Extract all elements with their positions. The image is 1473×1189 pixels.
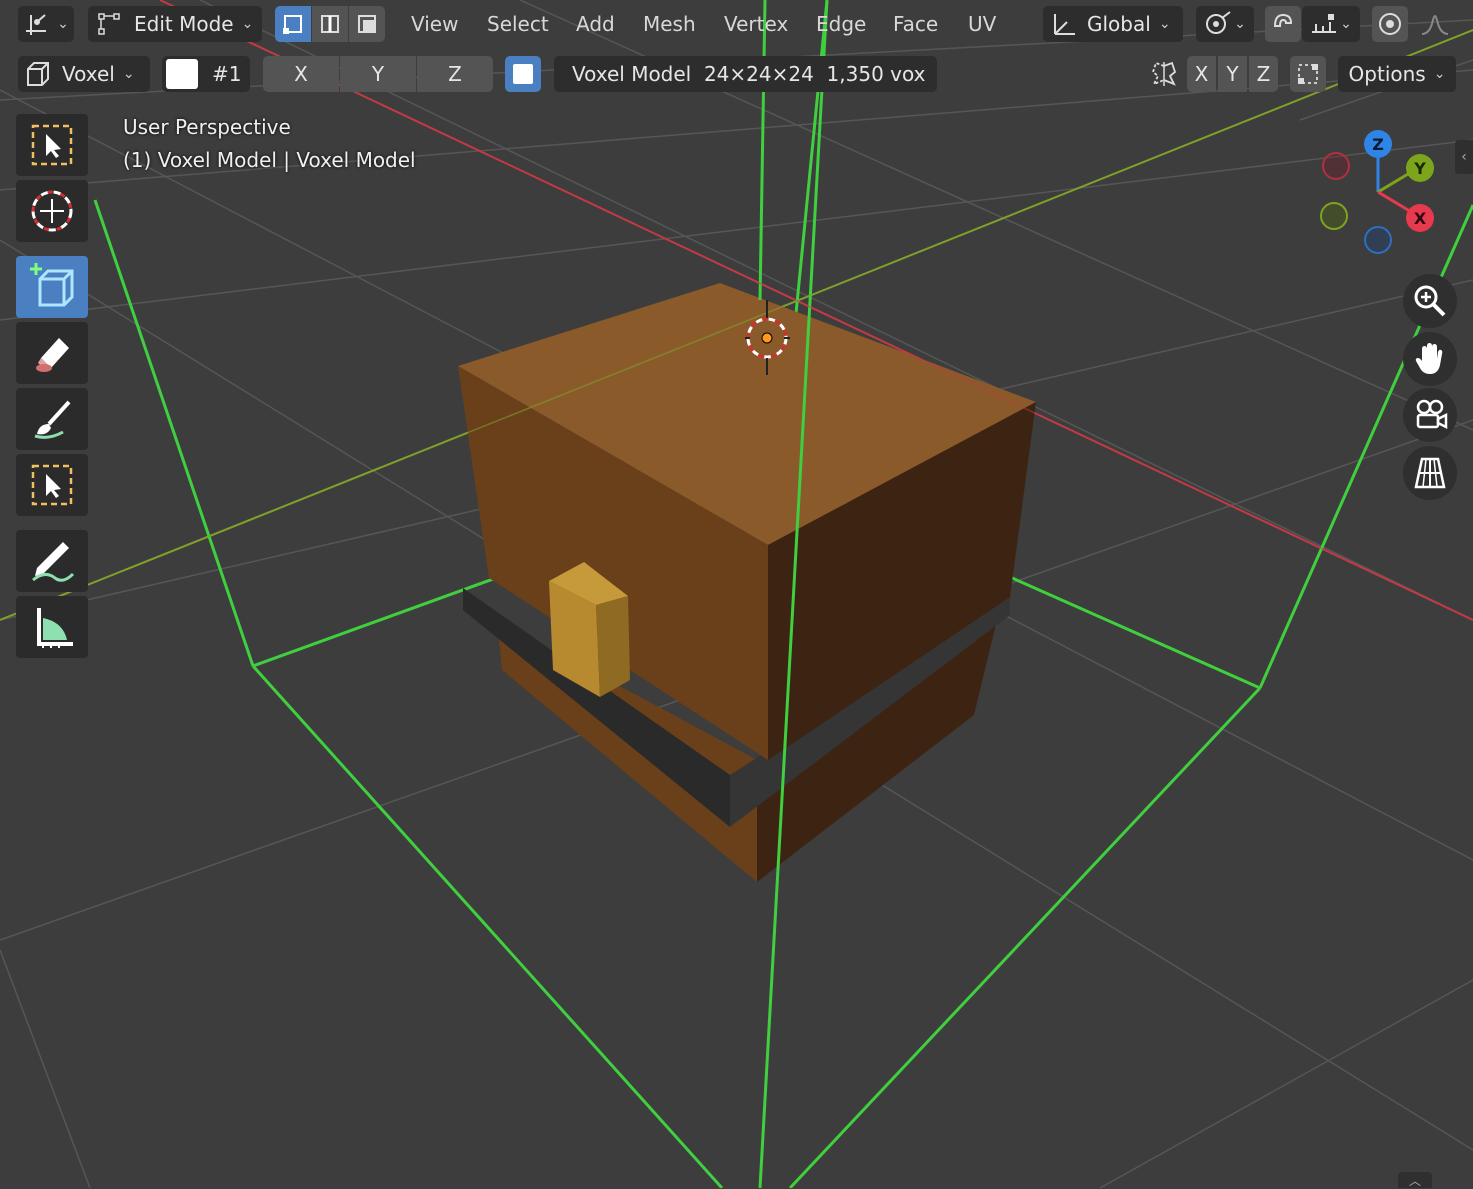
hand-icon: [1415, 343, 1443, 374]
color-swatch[interactable]: [166, 59, 198, 89]
color-index-label: #1: [212, 62, 242, 86]
pan-button[interactable]: [1403, 332, 1457, 386]
sidebar-toggle[interactable]: ‹: [1455, 140, 1473, 174]
add-cube-icon: [30, 263, 74, 307]
cube-icon: [27, 62, 49, 86]
edge-select-button[interactable]: [312, 6, 348, 42]
ruler-icon: [37, 608, 73, 648]
magnet-icon: [1273, 13, 1293, 27]
menu-uv[interactable]: UV: [968, 10, 996, 38]
options-dropdown[interactable]: Options ⌄: [1338, 56, 1456, 92]
axis-y-toggle[interactable]: Y: [1218, 56, 1247, 92]
select-region-icon: [31, 464, 73, 506]
navigation-gizmo[interactable]: Z Y X: [1310, 120, 1450, 260]
gizmo-negative-y[interactable]: [1320, 202, 1348, 230]
model-info-panel: Voxel Model 24×24×24 1,350 vox: [554, 56, 937, 92]
proportional-editing-toggle[interactable]: [1372, 6, 1408, 42]
grid-perspective-icon: [1414, 457, 1446, 489]
eraser-icon: [36, 338, 69, 372]
menu-vertex[interactable]: Vertex: [724, 10, 788, 38]
camera-icon: [1416, 399, 1448, 430]
gizmo-x-axis[interactable]: X: [1406, 204, 1434, 232]
chevron-down-icon: ⌄: [1340, 16, 1352, 32]
falloff-button[interactable]: [1410, 6, 1460, 42]
header-bar: ⌄ Edit Mode ⌄ View Select Add Mesh Verte…: [0, 0, 1473, 48]
auto-merge-toggle[interactable]: [1290, 56, 1326, 92]
chevron-down-icon: ⌄: [57, 16, 69, 32]
expand-region-button[interactable]: ︿: [1398, 1172, 1432, 1188]
fill-toggle-checkbox[interactable]: [505, 56, 541, 92]
editor-type-icon: [26, 14, 47, 35]
gizmo-negative-z[interactable]: [1364, 226, 1392, 254]
auto-merge-icon: [1298, 64, 1318, 84]
axis-x-toggle[interactable]: X: [1187, 56, 1216, 92]
butterfly-mirror-icon: [1151, 61, 1177, 86]
chevron-down-icon: ⌄: [241, 16, 254, 32]
zoom-button[interactable]: [1403, 274, 1457, 328]
axis-z-toggle[interactable]: Z: [1249, 56, 1278, 92]
brush-icon: [34, 400, 71, 439]
proportional-editing-icon: [1379, 13, 1401, 35]
erase-tool[interactable]: [16, 322, 88, 384]
add-voxel-tool[interactable]: [16, 256, 88, 318]
vertex-select-button[interactable]: [275, 6, 311, 42]
chevron-down-icon: ⌄: [1158, 16, 1171, 32]
view-name: User Perspective: [123, 115, 291, 139]
annotate-pencil-icon: [32, 542, 75, 582]
vertex-select-icon: [283, 15, 302, 34]
pivot-icon: [1206, 11, 1231, 34]
mode-label: Edit Mode: [134, 12, 234, 36]
camera-view-button[interactable]: [1403, 388, 1457, 442]
snap-target-button[interactable]: ⌄: [1302, 6, 1360, 42]
mode-selector[interactable]: Edit Mode ⌄: [88, 6, 262, 42]
edge-select-icon: [321, 15, 339, 33]
mirror-axis-button[interactable]: [1144, 56, 1184, 92]
increment-icon: [1312, 14, 1337, 33]
measure-tool[interactable]: [16, 596, 88, 658]
brush-type-selector[interactable]: Voxel ⌄: [18, 56, 150, 92]
menu-add[interactable]: Add: [576, 10, 615, 38]
checkbox-icon: [513, 64, 533, 84]
orientation-icon: [1054, 14, 1075, 35]
gizmo-y-axis[interactable]: Y: [1406, 154, 1434, 182]
chevron-down-icon: ⌄: [122, 66, 135, 82]
tool-settings-bar: Voxel ⌄ #1 X Y Z Voxel Model 24×24×24 1,…: [0, 50, 1473, 98]
3d-viewport[interactable]: [0, 0, 1473, 1188]
gizmo-z-axis[interactable]: Z: [1364, 130, 1392, 158]
paint-tool[interactable]: [16, 388, 88, 450]
mirror-z-toggle[interactable]: Z: [417, 56, 493, 92]
snap-toggle[interactable]: [1265, 6, 1301, 42]
mirror-x-toggle[interactable]: X: [263, 56, 339, 92]
falloff-curve-icon: [1421, 15, 1449, 35]
cursor-icon: [31, 190, 73, 232]
transform-orientation-selector[interactable]: Global ⌄: [1043, 6, 1183, 42]
editor-type-button[interactable]: ⌄: [18, 6, 74, 42]
select-box-tool[interactable]: [16, 114, 88, 176]
menu-mesh[interactable]: Mesh: [643, 10, 696, 38]
select-box-icon: [31, 124, 73, 166]
chevron-down-icon: ⌄: [1433, 66, 1446, 82]
orientation-label: Global: [1087, 12, 1151, 36]
menu-face[interactable]: Face: [893, 10, 938, 38]
chevron-down-icon: ⌄: [1234, 16, 1246, 32]
annotate-tool[interactable]: [16, 530, 88, 592]
perspective-toggle-button[interactable]: [1403, 446, 1457, 500]
brush-type-label: Voxel: [62, 62, 115, 86]
object-info: (1) Voxel Model | Voxel Model: [123, 148, 416, 172]
face-select-icon: [358, 15, 376, 33]
zoom-icon: [1414, 285, 1446, 317]
pivot-point-button[interactable]: ⌄: [1196, 6, 1254, 42]
options-label: Options: [1348, 62, 1426, 86]
color-picker[interactable]: #1: [162, 56, 250, 92]
gizmo-negative-x[interactable]: [1322, 152, 1350, 180]
mirror-y-toggle[interactable]: Y: [340, 56, 416, 92]
menu-select[interactable]: Select: [487, 10, 549, 38]
face-select-button[interactable]: [349, 6, 385, 42]
select-voxel-tool[interactable]: [16, 454, 88, 516]
edit-mode-icon: [98, 13, 120, 35]
menu-edge[interactable]: Edge: [816, 10, 866, 38]
menu-view[interactable]: View: [411, 10, 458, 38]
cursor-tool[interactable]: [16, 180, 88, 242]
model-info-text: Voxel Model 24×24×24 1,350 vox: [572, 62, 926, 86]
